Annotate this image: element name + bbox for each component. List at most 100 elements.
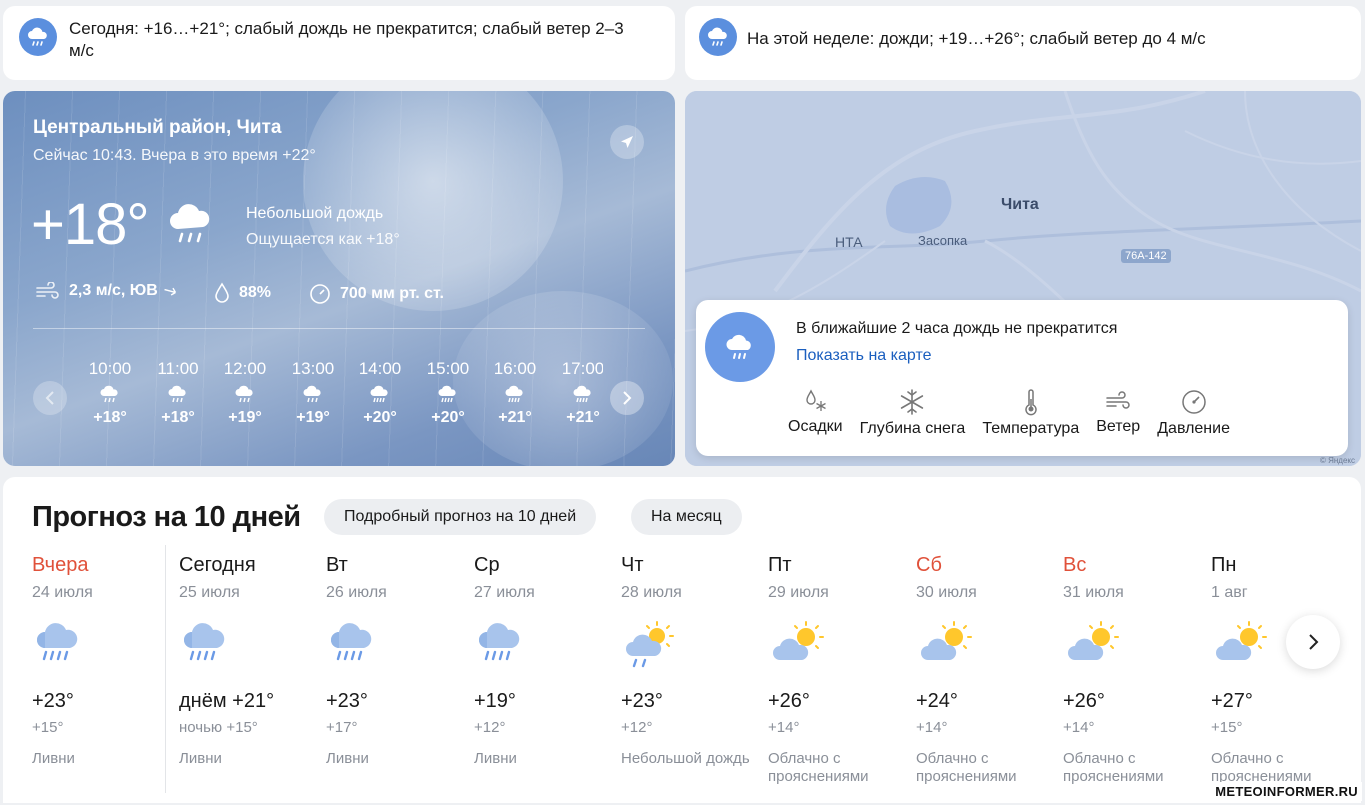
hour-temp: +20° bbox=[431, 409, 465, 426]
hour-item[interactable]: 10:00 +18° bbox=[76, 359, 144, 427]
day-high-temp: +23° bbox=[32, 690, 74, 712]
hour-time: 11:00 bbox=[157, 359, 199, 378]
rain-cloud-icon bbox=[549, 385, 603, 407]
rain-cloud-icon bbox=[346, 385, 414, 407]
layer-pressure[interactable]: Давление bbox=[1157, 388, 1230, 438]
forecast-day[interactable]: Вчера 24 июля +23° +15° Ливни bbox=[32, 554, 179, 794]
day-high-temp: +23° bbox=[621, 690, 663, 712]
day-name: Вс bbox=[1063, 554, 1087, 576]
thermometer-icon bbox=[1025, 389, 1037, 416]
hour-item[interactable]: 13:00 +19° bbox=[279, 359, 347, 427]
rain-cloud-icon bbox=[76, 385, 144, 407]
hour-temp: +20° bbox=[363, 409, 397, 426]
layer-label: Осадки bbox=[788, 418, 843, 435]
map-city-label: Чита bbox=[1001, 196, 1039, 213]
day-low-temp: +17° bbox=[326, 719, 358, 736]
hour-time: 12:00 bbox=[223, 359, 267, 378]
rain-cloud-icon bbox=[279, 385, 347, 407]
forecast-day[interactable]: Сегодня 25 июля днём +21° ночью +15° Ливни bbox=[179, 554, 326, 794]
layer-snow-depth[interactable]: Глубина снега bbox=[859, 388, 966, 438]
hour-item[interactable]: 11:00 +18° bbox=[144, 359, 212, 427]
map-village-label: Засопка bbox=[918, 233, 968, 248]
day-name: Ср bbox=[474, 554, 500, 576]
day-high-temp: +26° bbox=[1063, 690, 1105, 712]
location-title[interactable]: Центральный район, Чита bbox=[33, 117, 281, 139]
hour-item[interactable]: 12:00 +19° bbox=[211, 359, 279, 427]
rain-cloud-icon bbox=[211, 385, 279, 407]
day-date: 24 июля bbox=[32, 584, 93, 601]
sun-cloud-icon bbox=[918, 620, 978, 671]
day-high-temp: +23° bbox=[326, 690, 368, 712]
layer-temperature[interactable]: Температура bbox=[982, 388, 1079, 438]
hour-item[interactable]: 16:00 +21° bbox=[481, 359, 549, 427]
summary-week-text: На этой неделе: дожди; +19…+26°; слабый … bbox=[747, 29, 1206, 48]
summary-today-card[interactable]: Сегодня: +16…+21°; слабый дождь не прекр… bbox=[3, 6, 675, 80]
day-high-temp: днём +21° bbox=[179, 690, 275, 712]
day-condition: Ливни bbox=[179, 750, 222, 767]
day-date: 29 июля bbox=[768, 584, 829, 601]
forecast-day[interactable]: Ср 27 июля +19° +12° Ливни bbox=[474, 554, 621, 794]
precipitation-map[interactable]: Чита НТА Засопка 76А-142 В ближайшие 2 ч… bbox=[685, 91, 1361, 466]
day-condition: Облачно с прояснениями bbox=[1211, 750, 1312, 785]
hour-time: 16:00 bbox=[493, 359, 537, 378]
hour-item[interactable]: 14:00 +20° bbox=[346, 359, 414, 427]
hours-prev-button[interactable] bbox=[33, 381, 67, 415]
rain-cloud-icon bbox=[705, 312, 775, 382]
rain-cloud-icon bbox=[181, 620, 231, 671]
hour-temp: +21° bbox=[566, 409, 600, 426]
forecast-day[interactable]: Пт 29 июля +26° +14° Облачно с прояснениями bbox=[768, 554, 915, 794]
current-weather-card[interactable]: Центральный район, Чита Сейчас 10:43. Вч… bbox=[3, 91, 675, 466]
forecast-next-button[interactable] bbox=[1286, 615, 1340, 669]
month-forecast-button[interactable]: На месяц bbox=[631, 499, 742, 535]
rain-cloud-icon bbox=[414, 385, 482, 407]
forecast-day[interactable]: Вс 31 июля +26° +14° Облачно с прояснениями bbox=[1063, 554, 1210, 794]
show-on-map-link[interactable]: Показать на карте bbox=[796, 347, 931, 365]
day-condition: Облачно с прояснениями bbox=[1063, 750, 1164, 785]
day-name: Вчера bbox=[32, 554, 89, 576]
wind-direction-icon bbox=[164, 287, 176, 296]
day-name: Вт bbox=[326, 554, 348, 576]
forecast-title: Прогноз на 10 дней bbox=[32, 501, 301, 533]
layer-wind[interactable]: Ветер bbox=[1096, 388, 1140, 438]
forecast-day[interactable]: Сб 30 июля +24° +14° Облачно с прояснениями bbox=[916, 554, 1063, 794]
day-date: 1 авг bbox=[1211, 584, 1248, 601]
map-road-badge: 76А-142 bbox=[1121, 249, 1171, 263]
layer-label: Глубина снега bbox=[859, 420, 966, 437]
hour-item[interactable]: 17:00 +21° bbox=[549, 359, 603, 427]
hour-time: 10:00 bbox=[88, 359, 132, 378]
day-condition: Небольшой дождь bbox=[621, 750, 750, 767]
humidity-value: 88% bbox=[239, 284, 272, 301]
day-high-temp: +24° bbox=[916, 690, 958, 712]
forecast-day[interactable]: Пн 1 авг +27° +15° Облачно с прояснениями bbox=[1211, 554, 1358, 794]
hours-next-button[interactable] bbox=[610, 381, 644, 415]
day-date: 25 июля bbox=[179, 584, 240, 601]
rain-cloud-icon bbox=[481, 385, 549, 407]
day-high-temp: +26° bbox=[768, 690, 810, 712]
layer-label: Давление bbox=[1157, 420, 1230, 437]
day-low-temp: ночью +15° bbox=[179, 719, 258, 736]
summary-week-card[interactable]: На этой неделе: дожди; +19…+26°; слабый … bbox=[685, 6, 1361, 80]
pressure-gauge-icon bbox=[310, 284, 330, 304]
day-date: 27 июля bbox=[474, 584, 535, 601]
forecast-day[interactable]: Чт 28 июля +23° +12° Небольшой дождь bbox=[621, 554, 768, 794]
summary-today-text: Сегодня: +16…+21°; слабый дождь не прекр… bbox=[69, 19, 624, 60]
forecast-day[interactable]: Вт 26 июля +23° +17° Ливни bbox=[326, 554, 473, 794]
wind-icon bbox=[36, 282, 59, 299]
feels-like-text: Ощущается как +18° bbox=[246, 231, 400, 248]
day-date: 26 июля bbox=[326, 584, 387, 601]
hour-temp: +19° bbox=[296, 409, 330, 426]
hour-temp: +18° bbox=[93, 409, 127, 426]
snowflake-icon bbox=[901, 389, 924, 415]
chevron-left-icon bbox=[45, 391, 54, 405]
day-date: 31 июля bbox=[1063, 584, 1124, 601]
detailed-forecast-button[interactable]: Подробный прогноз на 10 дней bbox=[324, 499, 597, 535]
geolocation-button[interactable] bbox=[610, 125, 644, 159]
rain-cloud-icon bbox=[144, 385, 212, 407]
day-condition: Ливни bbox=[474, 750, 517, 767]
layer-precipitation[interactable]: Осадки bbox=[788, 388, 843, 438]
hour-item[interactable]: 15:00 +20° bbox=[414, 359, 482, 427]
navigation-arrow-icon bbox=[621, 136, 633, 148]
rain-cloud-icon bbox=[476, 620, 526, 671]
day-low-temp: +14° bbox=[1063, 719, 1095, 736]
sun-cloud-rain-icon bbox=[623, 620, 683, 675]
